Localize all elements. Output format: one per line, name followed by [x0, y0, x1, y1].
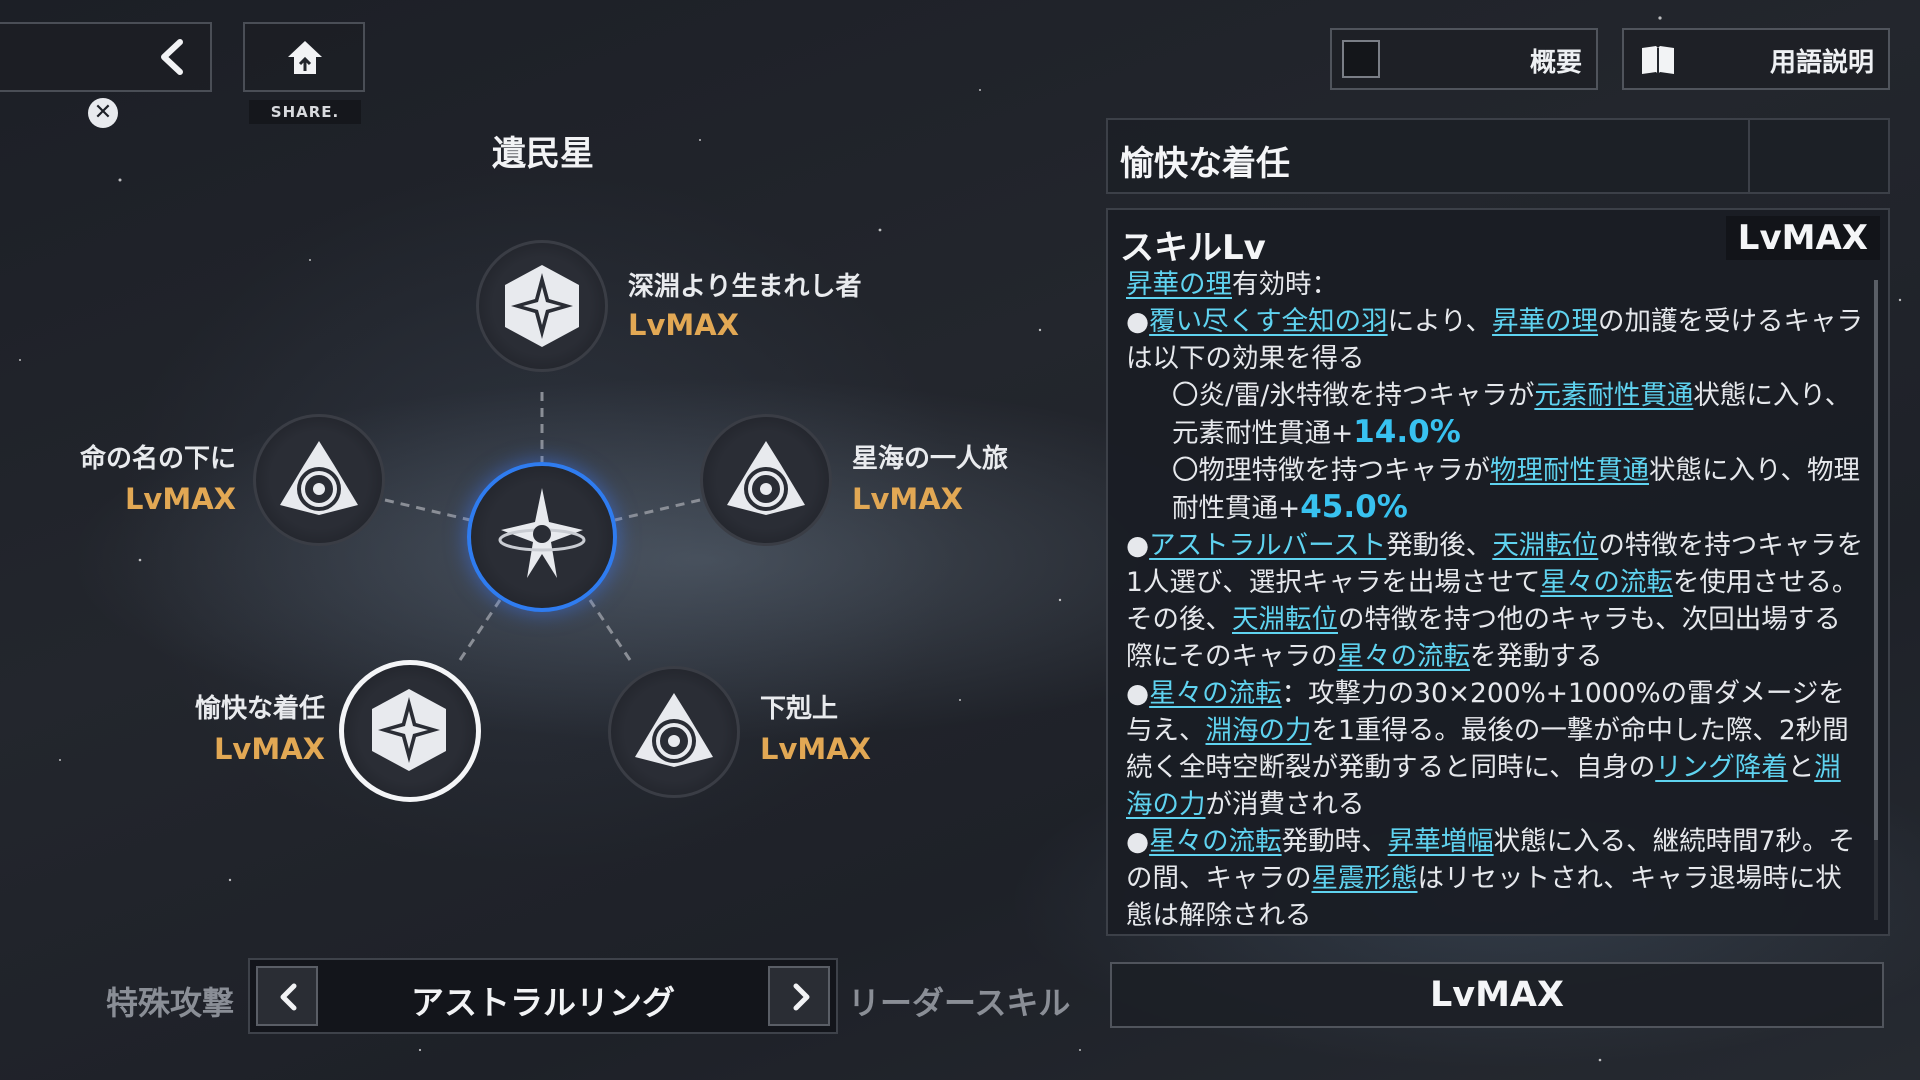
desc-text: を発動する — [1469, 641, 1603, 672]
bullet: ● — [1126, 678, 1150, 709]
keyword-link[interactable]: 星震形態 — [1312, 863, 1418, 894]
node-level-bottom-left: LvMAX — [213, 732, 325, 766]
keyword-link[interactable]: 天淵転位 — [1492, 530, 1598, 561]
node-name-left: 命の名の下に — [79, 444, 236, 474]
current-skill-name: アストラルリング — [411, 983, 675, 1022]
overview-label: 概要 — [1529, 48, 1582, 78]
special-attack-tab[interactable]: 特殊攻撃 — [106, 978, 234, 1024]
keyword-link[interactable]: 昇華の理 — [1492, 306, 1598, 337]
desc-line: ●星々の流転：攻撃力の30×200%+1000%の雷ダメージを与え、淵海の力を1… — [1126, 675, 1866, 823]
skill-level-box: LvMAX — [1110, 962, 1884, 1028]
constellation-node-bottom-left-selected[interactable] — [339, 660, 481, 802]
desc-text: 〇炎/雷/氷特徴を持つキャラが — [1172, 380, 1535, 411]
overview-toggle-box — [1342, 40, 1380, 78]
desc-line: ●覆い尽くす全知の羽により、昇華の理の加護を受けるキャラは以下の効果を得る — [1126, 303, 1866, 377]
hex-star-icon — [505, 265, 579, 347]
node-level-left: LvMAX — [124, 482, 236, 516]
next-skill-button[interactable] — [768, 966, 830, 1026]
wheel-emblem-icon — [280, 441, 358, 515]
node-name-top: 深淵より生まれし者 — [628, 272, 862, 302]
constellation-node-bottom-right[interactable] — [608, 666, 740, 798]
scrollbar[interactable] — [1874, 280, 1878, 840]
constellation-node-left[interactable] — [253, 414, 385, 546]
leader-skill-tab[interactable]: リーダースキル — [848, 978, 1070, 1024]
skill-detail-panel: スキルLv LvMAX 昇華の理有効時： ●覆い尽くす全知の羽により、昇華の理の… — [1106, 208, 1890, 936]
prev-skill-button[interactable] — [256, 966, 318, 1026]
chevron-left-icon — [280, 983, 297, 1011]
desc-line: ●星々の流転発動時、昇華増幅状態に入る、継続時間7秒。その間、キャラの星震形態は… — [1126, 823, 1866, 926]
keyword-link[interactable]: アストラルバースト — [1149, 530, 1386, 561]
overview-button[interactable]: 概要 — [1330, 28, 1598, 90]
keyword-link[interactable]: 天淵転位 — [1232, 604, 1338, 635]
astral-core-icon — [498, 488, 586, 578]
desc-text: 発動時、 — [1281, 826, 1388, 857]
bullet: ● — [1126, 530, 1150, 561]
desc-text: 発動後、 — [1386, 530, 1493, 561]
keyword-link[interactable]: 昇華の理 — [1126, 269, 1232, 300]
stat-value: 14.0% — [1353, 414, 1461, 450]
keyword-link[interactable]: リング降着 — [1655, 752, 1788, 783]
bullet: ● — [1126, 306, 1150, 337]
keyword-link[interactable]: 星々の流転 — [1337, 641, 1470, 672]
keyword-link[interactable]: 昇華増幅 — [1388, 826, 1494, 857]
constellation-core-node[interactable] — [467, 462, 617, 612]
node-name-right: 星海の一人旅 — [852, 444, 1009, 474]
skill-level-badge: LvMAX — [1725, 216, 1880, 260]
stat-value: 45.0% — [1300, 489, 1408, 525]
desc-line: 昇華の理有効時： — [1126, 266, 1866, 303]
node-level-bottom-right: LvMAX — [760, 732, 872, 766]
wheel-emblem-icon — [635, 693, 713, 767]
desc-line: ●アストラルバースト発動後、天淵転位の特徴を持つキャラを1人選び、選択キャラを出… — [1126, 527, 1866, 675]
constellation-node-right[interactable] — [700, 414, 832, 546]
keyword-link[interactable]: 元素耐性貫通 — [1534, 380, 1693, 411]
keyword-link[interactable]: 星々の流転 — [1540, 567, 1673, 598]
desc-text: 有効時： — [1232, 269, 1338, 300]
node-name-bottom-left: 愉快な着任 — [194, 694, 325, 724]
bullet: ● — [1126, 826, 1150, 857]
book-icon — [1642, 46, 1674, 74]
wheel-emblem-icon — [727, 441, 805, 515]
node-level-top: LvMAX — [628, 308, 740, 342]
skill-title: 愉快な着任 — [1120, 144, 1290, 184]
node-name-bottom-right: 下剋上 — [760, 694, 839, 724]
constellation-node-top[interactable] — [476, 240, 608, 372]
header-divider — [1748, 120, 1750, 192]
glossary-label: 用語説明 — [1769, 48, 1874, 78]
skill-selector: アストラルリング — [248, 958, 838, 1034]
skill-level-label: スキルLv — [1120, 228, 1266, 268]
node-level-right: LvMAX — [852, 482, 964, 516]
desc-text: が消費される — [1205, 789, 1365, 820]
chevron-right-icon — [793, 983, 810, 1011]
keyword-link[interactable]: 星々の流転 — [1149, 826, 1282, 857]
keyword-link[interactable]: 覆い尽くす全知の羽 — [1149, 306, 1388, 337]
keyword-link[interactable]: 淵海の力 — [1206, 715, 1312, 746]
desc-text: により、 — [1387, 306, 1493, 337]
desc-text: と — [1787, 752, 1815, 783]
hex-star-icon — [372, 689, 446, 771]
glossary-button[interactable]: 用語説明 — [1622, 28, 1890, 90]
skill-description: 昇華の理有効時： ●覆い尽くす全知の羽により、昇華の理の加護を受けるキャラは以下… — [1126, 266, 1866, 926]
skill-title-bar: 愉快な着任 — [1106, 118, 1890, 194]
keyword-link[interactable]: 物理耐性貫通 — [1490, 455, 1649, 486]
keyword-link[interactable]: 星々の流転 — [1149, 678, 1282, 709]
desc-line: 〇物理特徴を持つキャラが物理耐性貫通状態に入り、物理耐性貫通+45.0% — [1126, 452, 1866, 527]
desc-line: 〇炎/雷/氷特徴を持つキャラが元素耐性貫通状態に入り、元素耐性貫通+14.0% — [1126, 377, 1866, 452]
desc-text: 〇物理特徴を持つキャラが — [1172, 455, 1490, 486]
